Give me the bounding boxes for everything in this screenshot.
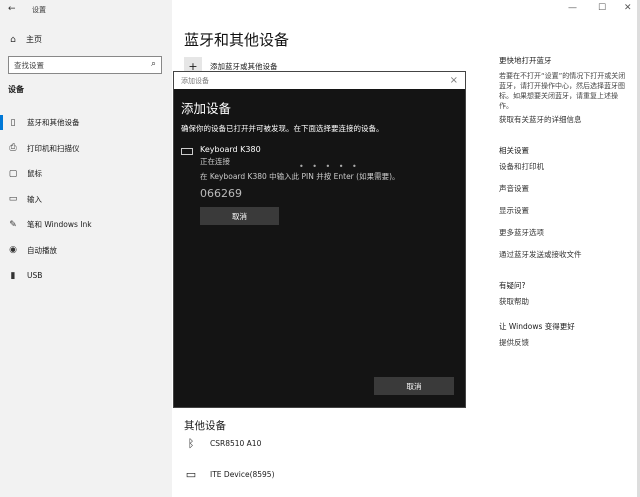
send-receive-files-link[interactable]: 通过蓝牙发送或接收文件 [499, 249, 631, 260]
sidebar-item-printers[interactable]: ⎙ 打印机和扫描仪 [0, 136, 172, 162]
sidebar-item-pen[interactable]: ✎ 笔和 Windows Ink [0, 212, 172, 238]
app-title: 设置 [32, 6, 46, 14]
pin-code: 066269 [200, 187, 242, 200]
sidebar-item-label: 自动播放 [27, 245, 57, 255]
add-device-label: 添加蓝牙或其他设备 [210, 61, 278, 71]
autoplay-icon: ◉ [9, 245, 17, 256]
bluetooth-icon: ᛒ [187, 437, 195, 450]
cancel-dialog-button[interactable]: 取消 [374, 377, 454, 395]
home-icon: ⌂ [10, 34, 16, 45]
dialog-description: 确保你的设备已打开并可被发现。在下面选择要连接的设备。 [181, 124, 384, 133]
right-panel: 更快地打开蓝牙 若要在不打开“设置”的情况下打开或关闭蓝牙，请打开操作中心，然后… [499, 55, 631, 359]
close-icon[interactable]: × [450, 75, 458, 86]
device-name: Keyboard K380 [200, 145, 261, 154]
pin-instruction: 在 Keyboard K380 中输入此 PIN 并按 Enter (如果需要)… [200, 172, 400, 181]
cancel-connect-button[interactable]: 取消 [200, 207, 279, 225]
question-title: 有疑问? [499, 281, 526, 290]
device-status: 正在连接 [200, 157, 230, 166]
sidebar-item-autoplay[interactable]: ◉ 自动播放 [0, 238, 172, 264]
other-devices-title: 其他设备 [184, 420, 226, 432]
bluetooth-info-link[interactable]: 获取有关蓝牙的详细信息 [499, 114, 631, 125]
device-icon: ▭ [185, 468, 197, 481]
sidebar-item-bluetooth[interactable]: ▯ 蓝牙和其他设备 [0, 110, 172, 136]
close-window-button[interactable]: ✕ [624, 3, 632, 13]
sidebar-item-usb[interactable]: ▮ USB [0, 263, 172, 289]
sidebar-item-label: USB [27, 271, 43, 281]
get-help-link[interactable]: 获取帮助 [499, 296, 631, 307]
quick-title: 更快地打开蓝牙 [499, 56, 552, 65]
printer-icon: ⎙ [9, 143, 17, 154]
search-input[interactable]: 查找设置 ⌕ [8, 56, 162, 74]
sidebar-item-label: 鼠标 [27, 169, 42, 179]
sidebar-item-typing[interactable]: ▭ 输入 [0, 187, 172, 213]
sound-settings-link[interactable]: 声音设置 [499, 183, 631, 194]
feedback-link[interactable]: 提供反馈 [499, 337, 631, 348]
sidebar-item-label: 输入 [27, 194, 42, 204]
search-icon[interactable]: ⌕ [151, 59, 156, 69]
devices-printers-link[interactable]: 设备和打印机 [499, 161, 631, 172]
improve-title: 让 Windows 变得更好 [499, 322, 575, 331]
sidebar-home[interactable]: ⌂ 主页 [8, 34, 42, 45]
keyboard-icon [181, 148, 193, 155]
dialog-window-title: 添加设备 [181, 76, 209, 85]
usb-icon: ▮ [10, 270, 16, 281]
dialog-title: 添加设备 [181, 101, 232, 116]
sidebar-item-mouse[interactable]: ▢ 鼠标 [0, 161, 172, 187]
device-name: ITE Device(8595) [210, 470, 275, 479]
section-label: 设备 [8, 85, 24, 94]
device-item[interactable]: ᛒ CSR8510 A10 [184, 437, 262, 450]
loading-dots-icon: • • • • • [299, 162, 360, 171]
sidebar-item-label: 蓝牙和其他设备 [27, 118, 80, 128]
device-item[interactable]: ▭ ITE Device(8595) [184, 468, 275, 481]
dialog-titlebar: 添加设备 × [174, 72, 465, 89]
device-name: CSR8510 A10 [210, 439, 262, 448]
home-label: 主页 [26, 35, 42, 44]
sidebar-item-label: 打印机和扫描仪 [27, 143, 80, 153]
back-arrow-icon[interactable]: ← [8, 4, 16, 14]
sidebar-item-label: 笔和 Windows Ink [27, 220, 92, 230]
add-device-dialog: 添加设备 × 添加设备 确保你的设备已打开并可被发现。在下面选择要连接的设备。 … [173, 71, 466, 408]
maximize-button[interactable]: ☐ [598, 3, 606, 13]
pen-icon: ✎ [9, 219, 17, 230]
mouse-icon: ▢ [8, 168, 18, 179]
quick-text: 若要在不打开“设置”的情况下打开或关闭蓝牙，请打开操作中心，然后选择蓝牙图标。如… [499, 72, 626, 110]
sidebar: ← 设置 ⌂ 主页 查找设置 ⌕ 设备 ▯ 蓝牙和其他设备 ⎙ 打印机和扫描仪 … [0, 0, 172, 497]
minimize-button[interactable]: — [568, 3, 577, 13]
keyboard-icon: ▭ [8, 194, 18, 205]
search-placeholder: 查找设置 [14, 61, 44, 70]
related-title: 相关设置 [499, 146, 529, 155]
page-title: 蓝牙和其他设备 [184, 31, 290, 49]
more-bluetooth-options-link[interactable]: 更多蓝牙选项 [499, 227, 631, 238]
bluetooth-devices-icon: ▯ [10, 117, 16, 128]
display-settings-link[interactable]: 显示设置 [499, 205, 631, 216]
sidebar-nav: ▯ 蓝牙和其他设备 ⎙ 打印机和扫描仪 ▢ 鼠标 ▭ 输入 ✎ 笔和 Windo… [0, 110, 172, 289]
